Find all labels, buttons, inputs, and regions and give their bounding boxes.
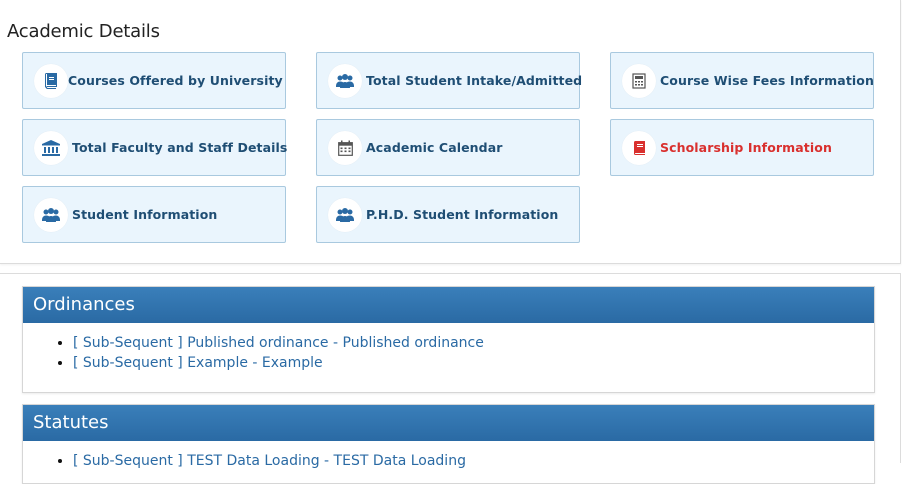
- list-item: [ Sub-Sequent ] TEST Data Loading - TEST…: [73, 451, 874, 471]
- users-icon: [328, 64, 362, 98]
- scholarship-tile[interactable]: Scholarship Information: [610, 119, 874, 176]
- courses-offered-label: Courses Offered by University: [68, 73, 283, 88]
- faculty-staff-tile[interactable]: Total Faculty and Staff Details: [22, 119, 288, 176]
- courses-offered-tile[interactable]: Courses Offered by University: [22, 52, 286, 109]
- users-icon: [34, 198, 68, 232]
- phd-student-tile[interactable]: P.H.D. Student Information: [316, 186, 580, 243]
- academic-details-title: Academic Details: [7, 21, 160, 42]
- calculator-icon: [622, 64, 656, 98]
- calendar-icon: [328, 131, 362, 165]
- ordinances-list: [ Sub-Sequent ] Published ordinance - Pu…: [23, 323, 874, 373]
- ordinances-header: Ordinances: [23, 287, 874, 323]
- statutes-list: [ Sub-Sequent ] TEST Data Loading - TEST…: [23, 441, 874, 471]
- student-information-tile[interactable]: Student Information: [22, 186, 286, 243]
- ordinance-link[interactable]: [ Sub-Sequent ] Example - Example: [73, 355, 323, 371]
- ordinance-link[interactable]: [ Sub-Sequent ] Published ordinance - Pu…: [73, 335, 484, 351]
- phd-student-label: P.H.D. Student Information: [366, 207, 559, 222]
- course-fees-label: Course Wise Fees Information: [660, 73, 874, 88]
- book-icon: [622, 131, 656, 165]
- statutes-box: Statutes [ Sub-Sequent ] TEST Data Loadi…: [22, 404, 875, 484]
- book-icon: [34, 64, 68, 98]
- ordinances-box: Ordinances [ Sub-Sequent ] Published ord…: [22, 286, 875, 393]
- statutes-header: Statutes: [23, 405, 874, 441]
- student-information-label: Student Information: [72, 207, 218, 222]
- student-intake-tile[interactable]: Total Student Intake/Admitted: [316, 52, 583, 109]
- academic-calendar-label: Academic Calendar: [366, 140, 503, 155]
- institution-icon: [34, 131, 68, 165]
- list-item: [ Sub-Sequent ] Published ordinance - Pu…: [73, 333, 874, 353]
- list-item: [ Sub-Sequent ] Example - Example: [73, 353, 874, 373]
- academic-details-panel: Academic Details Courses Offered by Univ…: [0, 0, 901, 264]
- faculty-staff-label: Total Faculty and Staff Details: [72, 140, 288, 155]
- student-intake-label: Total Student Intake/Admitted: [366, 73, 583, 88]
- course-fees-tile[interactable]: Course Wise Fees Information: [610, 52, 874, 109]
- documents-panel: Ordinances [ Sub-Sequent ] Published ord…: [0, 273, 901, 484]
- scholarship-label: Scholarship Information: [660, 140, 832, 155]
- statute-link[interactable]: [ Sub-Sequent ] TEST Data Loading - TEST…: [73, 453, 466, 469]
- users-icon: [328, 198, 362, 232]
- academic-calendar-tile[interactable]: Academic Calendar: [316, 119, 580, 176]
